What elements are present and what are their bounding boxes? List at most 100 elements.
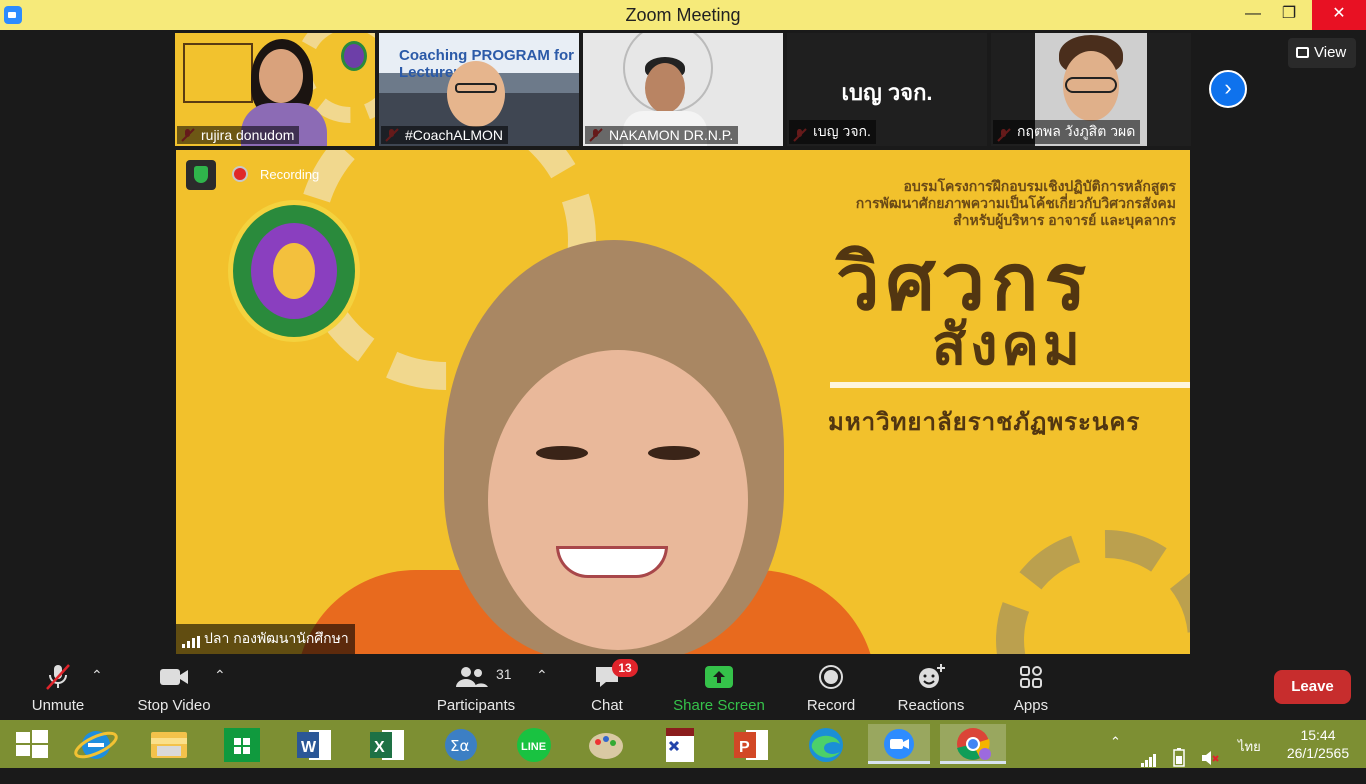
show-hidden-icons-button[interactable]: ⌃ — [1110, 734, 1121, 782]
svg-text:Σα: Σα — [450, 737, 469, 755]
record-label: Record — [806, 697, 856, 714]
apps-icon — [1020, 666, 1042, 688]
lisrel-icon[interactable] — [654, 724, 706, 764]
svg-text:W: W — [301, 739, 317, 756]
participant-name: เบญ วจก. — [789, 120, 876, 144]
participant-display-name: เบญ วจก. — [841, 80, 933, 105]
reactions-button[interactable]: Reactions — [894, 655, 968, 720]
clock-time: 15:44 — [1300, 727, 1336, 743]
speaker-eye-left — [536, 446, 588, 460]
recording-dot-icon — [234, 168, 246, 180]
svg-text:LINE: LINE — [521, 741, 546, 753]
close-button[interactable]: ✕ — [1312, 0, 1366, 30]
powerpoint-icon[interactable]: P — [726, 724, 778, 764]
microphone-off-icon — [46, 664, 70, 690]
input-language[interactable]: ไทย — [1238, 736, 1261, 784]
speaker-mouth — [556, 546, 668, 578]
speaker-eye-right — [648, 446, 700, 460]
stop-video-label: Stop Video — [137, 697, 211, 714]
paint-icon[interactable] — [580, 724, 632, 764]
speaker-name-label: ปลา กองพัฒนานักศึกษา — [176, 624, 355, 654]
excel-icon[interactable]: X — [362, 724, 414, 764]
unmute-button[interactable]: Unmute — [22, 655, 94, 720]
record-icon — [819, 665, 843, 689]
file-explorer-icon[interactable] — [143, 724, 195, 764]
record-button[interactable]: Record — [800, 655, 862, 720]
battery-icon[interactable] — [1170, 734, 1188, 782]
speaker-face — [488, 350, 748, 650]
university-seal — [228, 200, 360, 342]
banner-line-1: อบรมโครงการฝึกอบรมเชิงปฏิบัติการหลักสูตร — [903, 178, 1176, 194]
glasses — [1065, 77, 1117, 93]
clock-date: 26/1/2565 — [1286, 745, 1350, 761]
banner-line-2: การพัฒนาศักยภาพความเป็นโค้ชเกี่ยวกับวิศว… — [855, 195, 1176, 211]
face — [447, 61, 505, 127]
svg-text:P: P — [739, 739, 750, 756]
maximize-button[interactable]: ❐ — [1266, 0, 1312, 30]
audio-options-caret-icon[interactable]: ⌃ — [91, 667, 103, 684]
banner-title-2: สังคม — [932, 313, 1084, 376]
participant-name: กฤตพล วังภูสิต วผด — [993, 120, 1141, 144]
participant-name: #CoachALMON — [381, 126, 509, 144]
window-title: Zoom Meeting — [625, 5, 741, 25]
participant-name: NAKAMON DR.N.P. — [585, 126, 739, 144]
video-camera-icon — [160, 669, 188, 685]
title-bar: Zoom Meeting — ❐ ✕ — [0, 0, 1366, 30]
leave-button[interactable]: Leave — [1274, 670, 1351, 704]
chat-label: Chat — [591, 697, 623, 714]
stop-video-button[interactable]: Stop Video — [132, 655, 216, 720]
encryption-shield-icon[interactable] — [186, 160, 216, 190]
banner-divider — [830, 382, 1190, 388]
participants-button[interactable]: Participants — [432, 655, 520, 720]
line-app-icon[interactable]: LINE — [508, 724, 560, 764]
banner-university: มหาวิทยาลัยราชภัฏพระนคร — [828, 409, 1141, 436]
video-options-caret-icon[interactable]: ⌃ — [214, 667, 226, 684]
participant-tile-kritpon[interactable]: กฤตพล วังภูสิต วผด — [991, 33, 1191, 146]
next-page-button[interactable]: › — [1209, 70, 1247, 108]
university-seal-icon — [341, 41, 367, 71]
svg-text:X: X — [374, 739, 385, 756]
reactions-label: Reactions — [897, 697, 965, 714]
share-screen-label: Share Screen — [673, 697, 765, 714]
apps-label: Apps — [1013, 697, 1049, 714]
face — [259, 49, 303, 103]
windows-start-icon[interactable] — [6, 724, 58, 764]
glasses — [455, 83, 497, 93]
gear-decoration — [996, 530, 1190, 654]
recording-label: Recording — [260, 167, 320, 182]
chrome-icon[interactable] — [940, 724, 1006, 764]
participants-options-caret-icon[interactable]: ⌃ — [536, 667, 548, 684]
share-screen-icon — [705, 666, 733, 688]
participant-tile-nakamon[interactable]: NAKAMON DR.N.P. — [583, 33, 783, 146]
unmute-label: Unmute — [31, 697, 85, 714]
thumb-logo-box — [183, 43, 253, 103]
edge-icon[interactable] — [800, 724, 852, 764]
internet-explorer-icon[interactable] — [70, 724, 122, 764]
view-button[interactable]: View — [1288, 38, 1356, 68]
network-signal-icon[interactable] — [1140, 736, 1156, 784]
apps-button[interactable]: Apps — [1006, 655, 1056, 720]
word-icon[interactable]: W — [289, 724, 341, 764]
participants-count: 31 — [496, 666, 512, 682]
speaker-muted-icon[interactable] — [1200, 734, 1220, 782]
clock[interactable]: 15:44 26/1/2565 — [1278, 726, 1358, 762]
chat-unread-badge: 13 — [612, 659, 638, 677]
view-label: View — [1314, 44, 1347, 61]
active-speaker-video[interactable]: อบรมโครงการฝึกอบรมเชิงปฏิบัติการหลักสูตร… — [176, 150, 1190, 654]
face — [645, 63, 685, 113]
signal-strength-icon — [182, 636, 200, 648]
speaker-name: ปลา กองพัฒนานักศึกษา — [204, 630, 349, 646]
math-input-icon[interactable]: Σα — [435, 724, 487, 764]
participant-tile-ben[interactable]: เบญ วจก. เบญ วจก. — [787, 33, 987, 146]
grid-view-icon — [1296, 47, 1309, 58]
zoom-taskbar-icon[interactable] — [868, 724, 930, 764]
participant-tile-rujira[interactable]: rujira donudom — [175, 33, 375, 146]
participants-label: Participants — [436, 697, 516, 714]
share-screen-button[interactable]: Share Screen — [670, 655, 768, 720]
microsoft-store-icon[interactable] — [216, 724, 268, 764]
participants-icon — [456, 667, 488, 687]
smiley-reaction-icon — [919, 664, 945, 688]
participant-tile-coachalmon[interactable]: Coaching PROGRAM for Lecturer #CoachALMO… — [379, 33, 579, 146]
video-stage: rujira donudom Coaching PROGRAM for Lect… — [0, 30, 1366, 655]
participant-name: rujira donudom — [177, 126, 300, 144]
